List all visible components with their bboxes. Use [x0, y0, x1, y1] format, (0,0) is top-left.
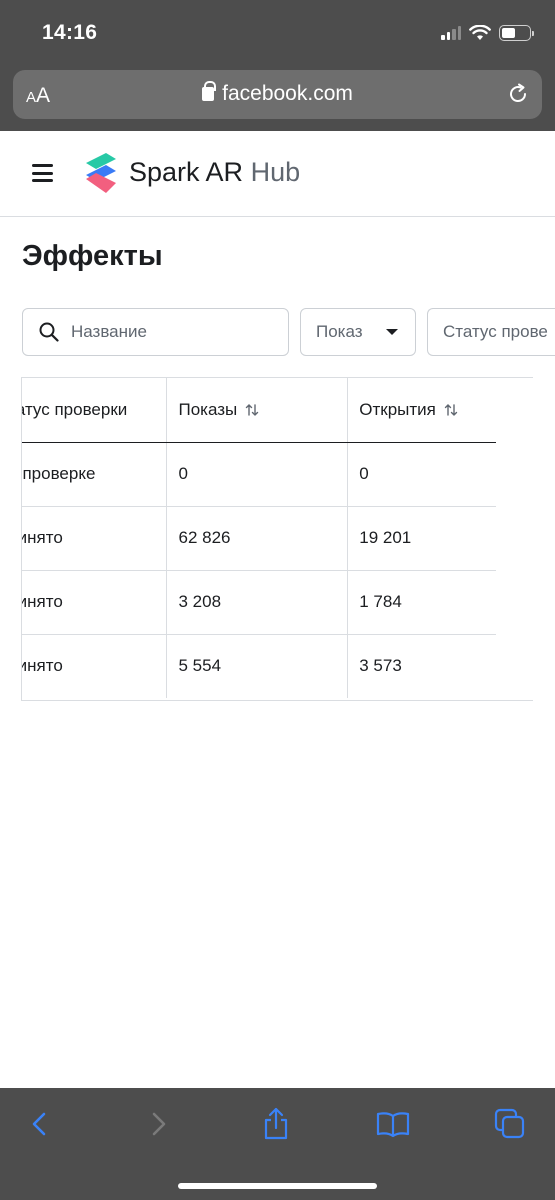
status-filter-select[interactable]: Статус прове	[427, 308, 555, 356]
search-placeholder: Название	[71, 322, 147, 341]
column-header-impressions[interactable]: Показы	[166, 378, 349, 443]
brand-name[interactable]: Spark AR Hub	[129, 157, 300, 188]
show-filter-label: Показ	[316, 322, 363, 341]
cell-status: На проверке	[22, 442, 168, 507]
sort-arrows-icon[interactable]	[444, 403, 458, 417]
browser-toolbar	[0, 1088, 555, 1200]
browser-top-chrome: 14:16 AA facebook.com	[0, 0, 555, 131]
book-icon[interactable]	[375, 1106, 411, 1142]
share-icon[interactable]	[258, 1106, 294, 1142]
reload-icon[interactable]	[506, 82, 530, 106]
table-row[interactable]: Принято 62 826 19 201	[22, 506, 496, 571]
cell-opens: 0	[347, 442, 496, 507]
cell-status: Принято	[22, 634, 168, 698]
menu-icon[interactable]	[32, 164, 53, 182]
sort-arrows-icon[interactable]	[245, 403, 259, 417]
page-title: Эффекты	[22, 240, 163, 272]
show-filter-select[interactable]: Показ	[300, 308, 416, 356]
wifi-icon	[469, 25, 491, 40]
search-icon	[39, 322, 59, 342]
spark-ar-logo[interactable]	[84, 153, 118, 195]
lock-icon	[202, 81, 217, 101]
cell-status: Принято	[22, 506, 168, 571]
effects-table: Статус проверки Показы Открытия На прове…	[21, 377, 533, 701]
cell-impressions: 62 826	[166, 506, 349, 571]
battery-icon	[499, 25, 534, 41]
tabs-icon[interactable]	[492, 1106, 528, 1142]
cell-opens: 3 573	[359, 656, 402, 676]
search-input[interactable]: Название	[22, 308, 289, 356]
status-time: 14:16	[42, 21, 98, 44]
url-display[interactable]: facebook.com	[13, 81, 542, 106]
table-row[interactable]: Принято 3 208 1 784	[22, 570, 496, 635]
brand-main: Spark AR	[129, 157, 244, 187]
home-indicator	[178, 1183, 377, 1189]
cell-opens: 1 784	[347, 570, 496, 635]
status-icons	[441, 22, 534, 44]
chevron-right-icon[interactable]	[140, 1106, 176, 1142]
cell-impressions: 0	[166, 442, 349, 507]
column-header-opens[interactable]: Открытия	[347, 378, 496, 443]
chevron-left-icon[interactable]	[22, 1106, 58, 1142]
cell-impressions: 5 554	[166, 634, 349, 698]
address-bar[interactable]: AA facebook.com	[13, 70, 542, 119]
column-header-status[interactable]: Статус проверки	[22, 378, 168, 443]
url-text: facebook.com	[222, 82, 353, 105]
status-filter-label: Статус прове	[443, 322, 548, 341]
table-row[interactable]: Принято 5 554 3 573	[22, 634, 496, 698]
cell-impressions: 3 208	[166, 570, 349, 635]
site-header: Spark AR Hub	[0, 131, 555, 217]
cell-opens: 19 201	[347, 506, 496, 571]
caret-down-icon	[386, 329, 398, 335]
table-row[interactable]: На проверке 0 0	[22, 442, 496, 507]
brand-sub: Hub	[250, 157, 301, 187]
table-header-row: Статус проверки Показы Открытия	[22, 378, 496, 443]
cellular-signal-icon	[441, 26, 461, 40]
cell-status: Принято	[22, 570, 168, 635]
